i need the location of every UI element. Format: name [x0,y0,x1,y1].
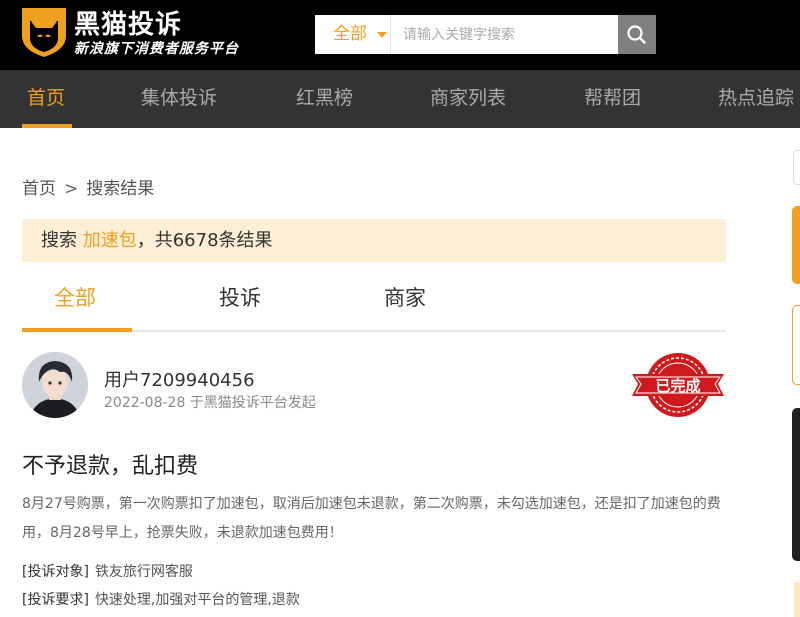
search-input[interactable] [391,15,618,54]
result-count: ，共6678条结果 [136,230,273,251]
breadcrumb-home-link[interactable]: 首页 [22,179,56,199]
tab-merchants[interactable]: 商家 [384,282,426,312]
nav-item-hot-tracking[interactable]: 热点追踪 [718,70,794,128]
nav-item-help-group[interactable]: 帮帮团 [584,70,641,128]
search-scope-select[interactable]: 全部 [315,15,391,54]
complaint-request-value: 快速处理,加强对平台的管理,退款 [94,592,300,608]
result-keyword: 加速包 [82,230,137,251]
breadcrumb-separator: > [64,179,79,199]
brand-name[interactable]: 黑猫投诉 [74,4,182,41]
sidebar-panel-light[interactable] [794,582,800,617]
complaint-request-label: [投诉要求] [22,592,89,608]
breadcrumb: 首页 > 搜索结果 [22,174,154,199]
complaint-target-label: [投诉对象] [22,564,89,580]
sidebar-tab-orange[interactable] [792,206,800,284]
search-button[interactable] [618,15,656,54]
complaint-request: [投诉要求] 快速处理,加强对平台的管理,退款 [22,589,300,609]
complaint-title[interactable]: 不予退款，乱扣费 [22,448,198,480]
complaint-target: [投诉对象] 铁友旅行网客服 [22,561,193,581]
main-nav: 首页 集体投诉 红黑榜 商家列表 帮帮团 热点追踪 [0,70,800,128]
search-bar: 全部 [315,15,656,54]
sidebar-panel-dark[interactable] [792,408,800,561]
search-scope-label: 全部 [333,24,367,44]
tab-all[interactable]: 全部 [54,282,96,312]
search-result-summary: 搜索 加速包，共6678条结果 [22,219,726,262]
complaint-username[interactable]: 用户7209940456 [104,366,255,392]
site-header: 黑猫投诉 新浪旗下消费者服务平台 全部 [0,0,800,70]
breadcrumb-current: 搜索结果 [86,179,155,199]
complaint-meta: 2022-08-28 于黑猫投诉平台发起 [104,395,316,411]
avatar[interactable] [22,352,88,418]
nav-active-indicator [22,124,72,128]
result-prefix: 搜索 [41,230,77,251]
complaint-body[interactable]: 8月27号购票，第一次购票扣了加速包，取消后加速包未退款，第二次购票，未勾选加速… [22,490,732,548]
nav-item-group-complaints[interactable]: 集体投诉 [141,70,217,128]
black-cat-logo-icon[interactable] [20,6,68,58]
status-badge: 已完成 [630,350,726,420]
nav-item-red-black-list[interactable]: 红黑榜 [296,70,353,128]
complaint-target-value[interactable]: 铁友旅行网客服 [95,564,193,580]
tab-complaints[interactable]: 投诉 [219,282,261,312]
nav-item-merchant-list[interactable]: 商家列表 [430,70,506,128]
nav-item-home[interactable]: 首页 [27,70,65,128]
user-avatar-icon [22,352,88,418]
result-tabs: 全部 投诉 商家 [22,262,726,332]
sidebar-tab-outline[interactable] [792,305,800,385]
tab-active-indicator [22,328,132,332]
brand-slogan: 新浪旗下消费者服务平台 [74,41,239,57]
status-badge-label: 已完成 [655,377,700,395]
sidebar-widget[interactable] [793,150,800,185]
search-icon [627,25,646,44]
caret-down-icon [377,32,387,38]
